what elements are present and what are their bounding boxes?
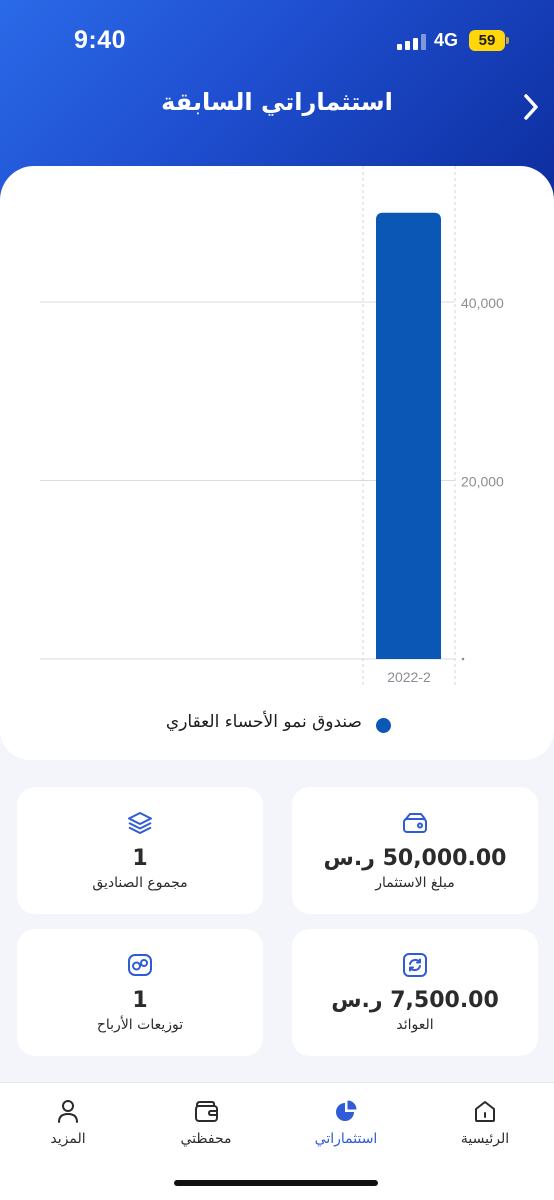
refresh-icon [403, 953, 427, 977]
status-time: 9:40 [74, 26, 127, 54]
wallet-icon [195, 1101, 218, 1122]
user-icon [58, 1100, 78, 1123]
nav-label-investments: استثماراتي [314, 1131, 378, 1147]
chart-card: 40,000 20,000 2022-2 [0, 166, 554, 760]
investment-amount-value: 50,000.00 ر.س [323, 846, 507, 871]
returns-label: العوائد [396, 1017, 434, 1033]
home-indicator [174, 1180, 378, 1186]
back-button[interactable] [514, 90, 548, 124]
bar-chart: 40,000 20,000 2022-2 [40, 166, 504, 686]
y-origin-marker [461, 657, 465, 661]
y-tick-label: 20,000 [461, 474, 504, 490]
nav-label-more: المزيد [50, 1131, 86, 1147]
status-bar: 9:40 4G 59 [0, 0, 554, 84]
nav-item-more[interactable]: المزيد [8, 1083, 128, 1163]
battery-tip [506, 37, 509, 44]
investment-amount-card: 50,000.00 ر.س مبلغ الاستثمار [292, 787, 538, 914]
chart-legend: صندوق نمو الأحساء العقاري [0, 710, 554, 740]
nav-label-home: الرئيسية [460, 1131, 510, 1147]
profit-distributions-label: توزيعات الأرباح [96, 1017, 184, 1033]
chevron-right-icon [524, 94, 538, 120]
page-title: استثماراتي السابقة [161, 88, 393, 116]
returns-value: 7,500.00 ر.س [331, 988, 499, 1013]
funds-total-label: مجموع الصناديق [92, 875, 188, 891]
pie-chart-icon [336, 1100, 357, 1121]
legend-swatch [376, 718, 391, 733]
nav-item-wallet[interactable]: محفظتي [146, 1083, 266, 1163]
legend-label: صندوق نمو الأحساء العقاري [165, 712, 362, 732]
investment-amount-label: مبلغ الاستثمار [375, 875, 455, 891]
battery-icon: 59 [469, 30, 505, 51]
wallet-icon [403, 813, 427, 833]
profit-distributions-value: 1 [132, 988, 148, 1013]
home-icon [475, 1101, 495, 1122]
coins-icon [128, 954, 152, 976]
funds-total-card: 1 مجموع الصناديق [17, 787, 263, 914]
funds-total-value: 1 [132, 846, 148, 871]
chart-bar[interactable] [376, 212, 441, 659]
signal-icon [397, 34, 427, 50]
layers-icon [128, 812, 152, 834]
y-tick-label: 40,000 [461, 295, 504, 311]
returns-card: 7,500.00 ر.س العوائد [292, 929, 538, 1056]
nav-item-investments[interactable]: استثماراتي [286, 1083, 406, 1163]
nav-item-home[interactable]: الرئيسية [425, 1083, 545, 1163]
nav-label-wallet: محفظتي [180, 1131, 232, 1147]
network-label: 4G [434, 30, 459, 50]
profit-distributions-card: 1 توزيعات الأرباح [17, 929, 263, 1056]
x-tick-label: 2022-2 [387, 669, 431, 685]
